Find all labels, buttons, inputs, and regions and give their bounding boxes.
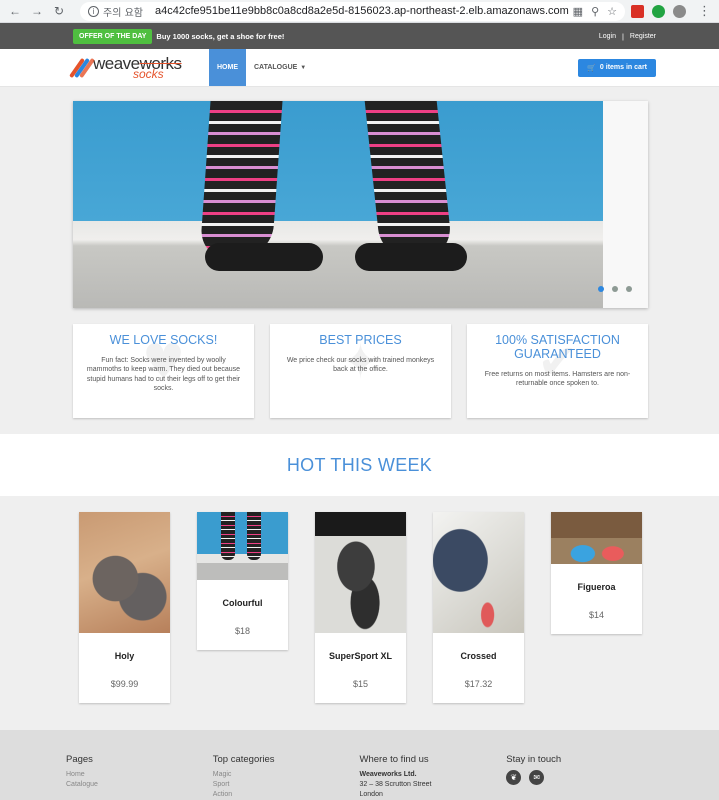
feature-box: ✦ BEST PRICES We price check our socks w… [270, 324, 451, 418]
forward-icon[interactable]: → [30, 4, 44, 18]
footer-touch: Stay in touch ❦ ✉ [506, 754, 653, 800]
feature-title: WE LOVE SOCKS! [109, 333, 218, 347]
feature-text: We price check our socks with trained mo… [286, 356, 435, 374]
logo[interactable]: weaveworks socks [66, 49, 209, 86]
cart-button[interactable]: 🛒 0 items in cart [578, 58, 656, 77]
twitter-icon[interactable]: ❦ [506, 770, 522, 785]
product-name[interactable]: Crossed [433, 633, 524, 671]
zoom-icon[interactable]: ⚲ [591, 5, 599, 18]
footer-heading: Top categories [212, 754, 275, 765]
nav-catalogue-label: CATALOGUE [254, 64, 298, 71]
hero-carousel[interactable] [73, 101, 648, 308]
sock-leg-left [199, 101, 283, 259]
security-label: 주의 요함 [103, 7, 143, 19]
feature-title: 100% SATISFACTION GUARANTEED [495, 333, 620, 361]
footer-link-action[interactable]: Action [213, 790, 360, 800]
login-link[interactable]: Login [599, 33, 616, 40]
carousel-dot-3[interactable] [626, 286, 632, 292]
product-list: Holy $99.99 Colourful $18 SuperSport XL … [79, 512, 642, 703]
feature-box: ✔ 100% SATISFACTION GUARANTEED Free retu… [467, 324, 648, 418]
product-price: $15 [352, 679, 369, 689]
product-image[interactable] [433, 512, 524, 633]
company-name: Weaveworks Ltd. [359, 771, 417, 778]
logo-socks-text: socks [133, 67, 164, 81]
hot-section-title: HOT THIS WEEK [286, 454, 433, 475]
footer-link-catalogue[interactable]: Catalogue [66, 780, 213, 790]
carousel-indicators [598, 286, 632, 292]
email-icon[interactable]: ✉ [529, 770, 545, 785]
product-card[interactable]: Holy $99.99 [79, 512, 170, 703]
sock-foot-left [205, 243, 323, 271]
product-image[interactable] [197, 512, 288, 580]
product-card[interactable]: Colourful $18 [197, 512, 288, 650]
product-card[interactable]: Crossed $17.32 [433, 512, 524, 703]
offer-badge[interactable]: OFFER OF THE DAY [73, 28, 153, 44]
nav-catalogue[interactable]: CATALOGUE ▼ [246, 49, 314, 86]
register-link[interactable]: Register [630, 33, 656, 40]
footer-pages: Pages Home Catalogue [66, 754, 213, 800]
product-image[interactable] [551, 512, 642, 564]
footer-categories: Top categories Magic Sport Action [213, 754, 360, 800]
product-price: $99.99 [110, 679, 139, 689]
feature-text: Free returns on most items. Hamsters are… [484, 370, 631, 387]
product-price: $18 [234, 626, 251, 636]
bookmark-star-icon[interactable]: ☆ [607, 5, 617, 18]
product-name[interactable]: Colourful [197, 580, 288, 618]
address-bar[interactable]: i 주의 요함 a4c42cfe951be11e9bb8c0a8cd8a2e5d… [80, 1, 625, 21]
link-separator: | [621, 31, 624, 41]
menu-kebab-icon[interactable]: ⋮ [698, 3, 711, 19]
footer-heading: Where to find us [359, 754, 429, 765]
address-line: 32 – 38 Scrutton Street [359, 780, 432, 788]
footer-link-sport[interactable]: Sport [213, 780, 360, 790]
feature-box: ♥ WE LOVE SOCKS! Fun fact: Socks were in… [73, 324, 254, 418]
feature-text: Fun fact: Socks were invented by woolly … [86, 356, 241, 393]
main-navbar: weaveworks socks HOME CATALOGUE ▼ 🛒 0 it… [0, 49, 719, 87]
product-card[interactable]: SuperSport XL $15 [315, 512, 406, 703]
hero-image [73, 101, 603, 308]
browser-toolbar: ← → ↻ i 주의 요함 a4c42cfe951be11e9bb8c0a8cd… [0, 0, 719, 23]
extension-icon[interactable] [631, 4, 644, 18]
info-icon[interactable]: i [88, 5, 99, 17]
address-line: London [359, 790, 383, 798]
cart-label: 0 items in cart [599, 64, 647, 71]
footer-heading: Stay in touch [506, 754, 562, 765]
product-name[interactable]: SuperSport XL [315, 633, 406, 671]
translate-icon[interactable]: ▦ [573, 5, 583, 18]
top-bar: OFFER OF THE DAY Buy 1000 socks, get a s… [0, 23, 719, 49]
footer-where: Where to find us Weaveworks Ltd. 32 – 38… [360, 754, 507, 800]
back-icon[interactable]: ← [8, 4, 22, 18]
sock-foot-right [355, 243, 467, 271]
url-text[interactable]: a4c42cfe951be11e9bb8c0a8cd8a2e5d-8156023… [155, 5, 573, 17]
footer-link-magic[interactable]: Magic [213, 770, 360, 780]
nav-home[interactable]: HOME [209, 49, 246, 86]
product-image[interactable] [315, 512, 406, 633]
sock-leg-right [364, 101, 454, 259]
carousel-dot-1[interactable] [598, 286, 604, 292]
carousel-dot-2[interactable] [612, 286, 618, 292]
footer-link-home[interactable]: Home [66, 770, 213, 780]
logo-mark-icon [66, 56, 95, 80]
feature-boxes: ♥ WE LOVE SOCKS! Fun fact: Socks were in… [73, 324, 648, 418]
product-image[interactable] [79, 512, 170, 633]
product-price: $14 [588, 610, 605, 620]
caret-down-icon: ▼ [300, 64, 307, 71]
footer-heading: Pages [66, 754, 93, 765]
product-card[interactable]: Figueroa $14 [551, 512, 642, 634]
evernote-extension-icon[interactable] [652, 4, 665, 18]
offer-text: Buy 1000 socks, get a shoe for free! [156, 31, 285, 41]
product-name[interactable]: Holy [79, 633, 170, 671]
product-price: $17.32 [464, 679, 493, 689]
reload-icon[interactable]: ↻ [52, 4, 66, 18]
product-name[interactable]: Figueroa [551, 564, 642, 602]
cart-icon: 🛒 [587, 64, 596, 72]
profile-avatar-icon[interactable] [673, 4, 686, 18]
feature-title: BEST PRICES [319, 333, 402, 347]
footer: Pages Home Catalogue Top categories Magi… [0, 730, 719, 800]
hot-section-banner: HOT THIS WEEK [0, 434, 719, 496]
